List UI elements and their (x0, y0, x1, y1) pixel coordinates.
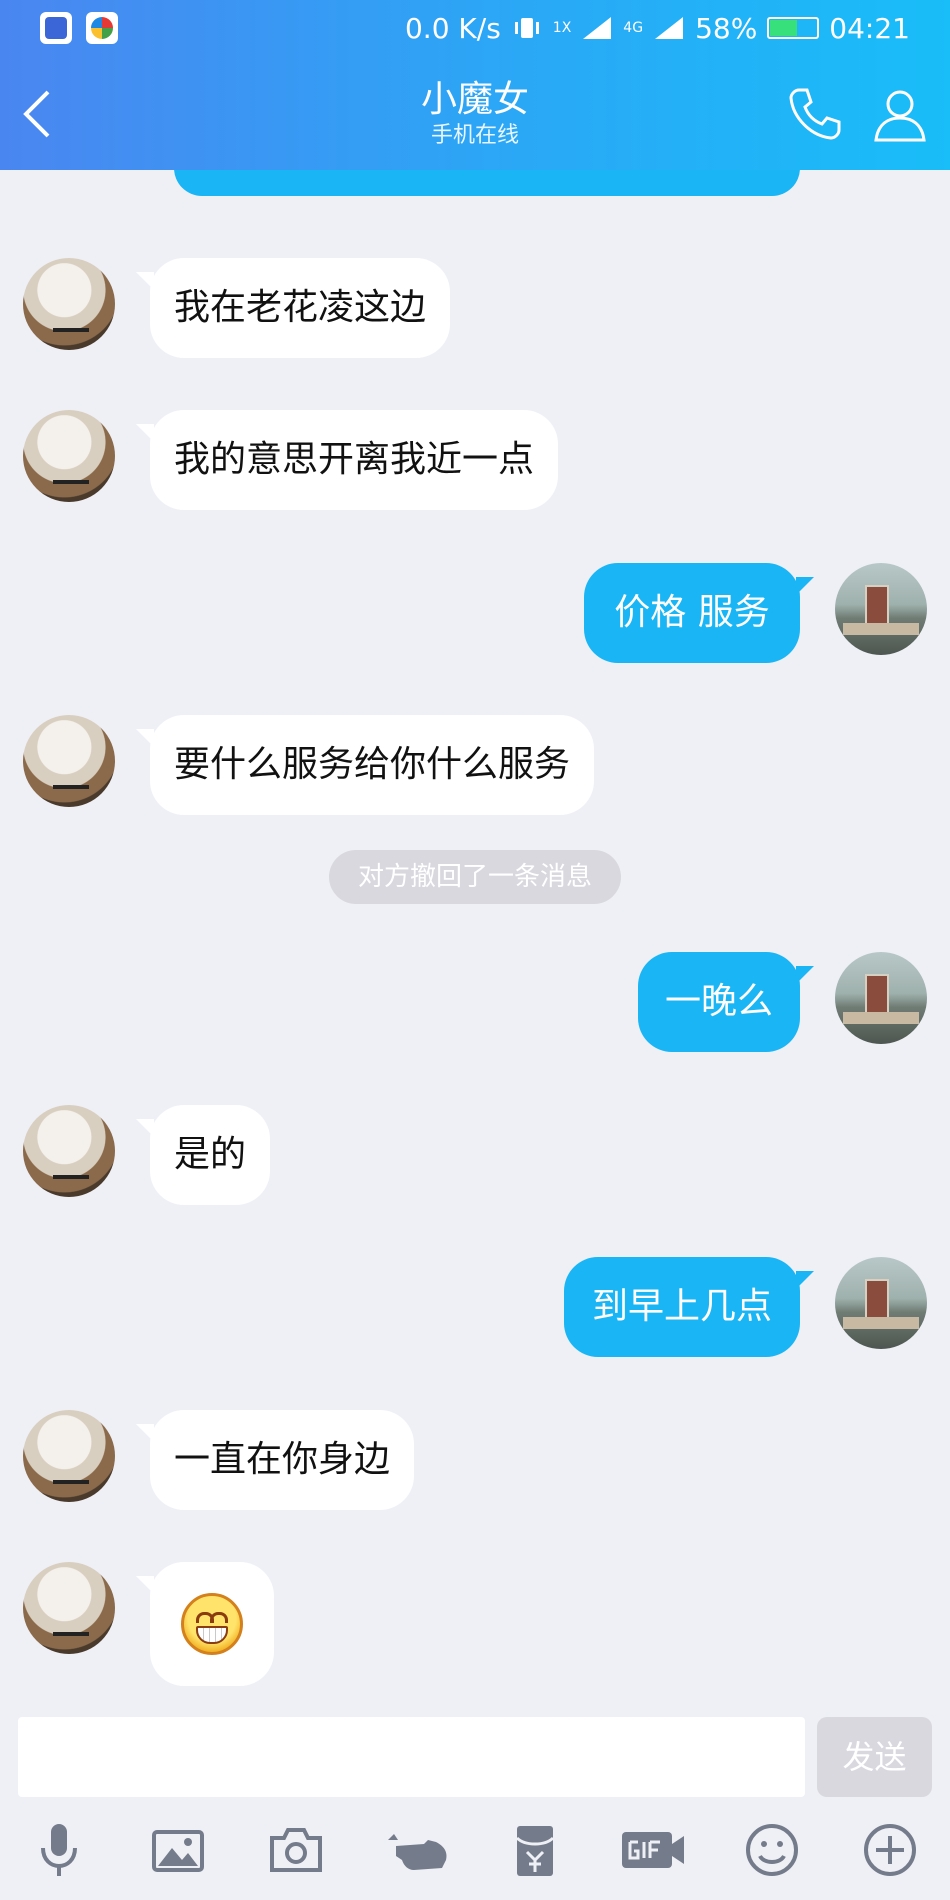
contact-name: 小魔女 (420, 79, 529, 120)
network-type-1x: 1X (552, 20, 572, 36)
phone-icon[interactable] (785, 84, 845, 144)
message-bubble-incoming[interactable] (136, 1562, 274, 1686)
gif-icon[interactable] (620, 1820, 686, 1880)
signal-icon (583, 17, 612, 39)
message-text: 要什么服务给你什么服务 (174, 744, 571, 785)
red-packet-icon[interactable] (505, 1820, 565, 1880)
contact-avatar[interactable] (23, 1562, 115, 1654)
input-toolbar (0, 1820, 950, 1900)
poke-hand-icon[interactable] (384, 1820, 454, 1880)
battery-icon (767, 17, 820, 39)
contact-avatar[interactable] (23, 1410, 115, 1502)
network-type-4g: 4G (623, 20, 644, 36)
message-bubble-incoming[interactable]: 要什么服务给你什么服务 (135, 715, 595, 815)
message-input[interactable] (18, 1717, 805, 1797)
input-area: 发送 (0, 1710, 950, 1900)
camera-icon[interactable] (266, 1820, 326, 1880)
message-bubble-outgoing[interactable]: 酒店 (174, 170, 800, 196)
message-text: 一晚么 (664, 981, 773, 1022)
person-icon[interactable] (870, 84, 930, 144)
chat-title-block: 小魔女 手机在线 (325, 78, 625, 150)
chevron-left-icon[interactable] (18, 88, 58, 140)
send-button[interactable]: 发送 (817, 1717, 932, 1797)
message-text: 一直在你身边 (174, 1439, 391, 1480)
message-text: 到早上几点 (591, 1286, 772, 1327)
status-bar: 0.0 K/s 1X 4G 58% 04:21 (0, 0, 950, 55)
clock: 04:21 (829, 11, 910, 45)
recall-notice: 对方撤回了一条消息 (329, 850, 621, 904)
message-bubble-outgoing[interactable]: 价格 服务 (584, 563, 814, 663)
contact-avatar[interactable] (23, 258, 115, 350)
app-notification-icon (86, 12, 118, 44)
image-icon[interactable] (148, 1820, 208, 1880)
microphone-icon[interactable] (29, 1820, 89, 1880)
vibrate-icon (514, 18, 539, 38)
message-bubble-incoming[interactable]: 我的意思开离我近一点 (135, 410, 559, 510)
message-text: 我在老花凌这边 (174, 287, 427, 328)
message-bubble-incoming[interactable]: 一直在你身边 (135, 1410, 415, 1510)
contact-avatar[interactable] (23, 410, 115, 502)
my-avatar[interactable] (835, 1257, 927, 1349)
message-text: 我的意思开离我近一点 (174, 439, 535, 480)
message-list[interactable]: 酒店 我在老花凌这边 我的意思开离我近一点 价格 服务 要什么服务给你什么服务 … (0, 170, 950, 1710)
app-notification-icon (40, 12, 72, 44)
message-bubble-incoming[interactable]: 是的 (135, 1105, 271, 1205)
contact-avatar[interactable] (23, 715, 115, 807)
online-status: 手机在线 (430, 123, 519, 148)
battery-percent: 58% (695, 11, 758, 45)
my-avatar[interactable] (835, 952, 927, 1044)
message-bubble-incoming[interactable]: 我在老花凌这边 (135, 258, 451, 358)
status-indicators: 0.0 K/s 1X 4G 58% 04:21 (405, 10, 910, 46)
message-text: 价格 服务 (614, 592, 770, 633)
my-avatar[interactable] (835, 563, 927, 655)
message-bubble-outgoing[interactable]: 一晚么 (638, 952, 814, 1052)
plus-icon[interactable] (860, 1820, 920, 1880)
signal-icon (655, 17, 684, 39)
message-text: 是的 (174, 1134, 247, 1175)
net-speed: 0.0 K/s (404, 11, 501, 45)
contact-avatar[interactable] (23, 1105, 115, 1197)
chat-header: 0.0 K/s 1X 4G 58% 04:21 小魔女 手机在线 (0, 0, 950, 170)
message-text: 酒店 (204, 170, 276, 174)
grinning-face-icon (181, 1593, 243, 1655)
message-bubble-outgoing[interactable]: 到早上几点 (564, 1257, 814, 1357)
emoji-icon[interactable] (742, 1820, 802, 1880)
